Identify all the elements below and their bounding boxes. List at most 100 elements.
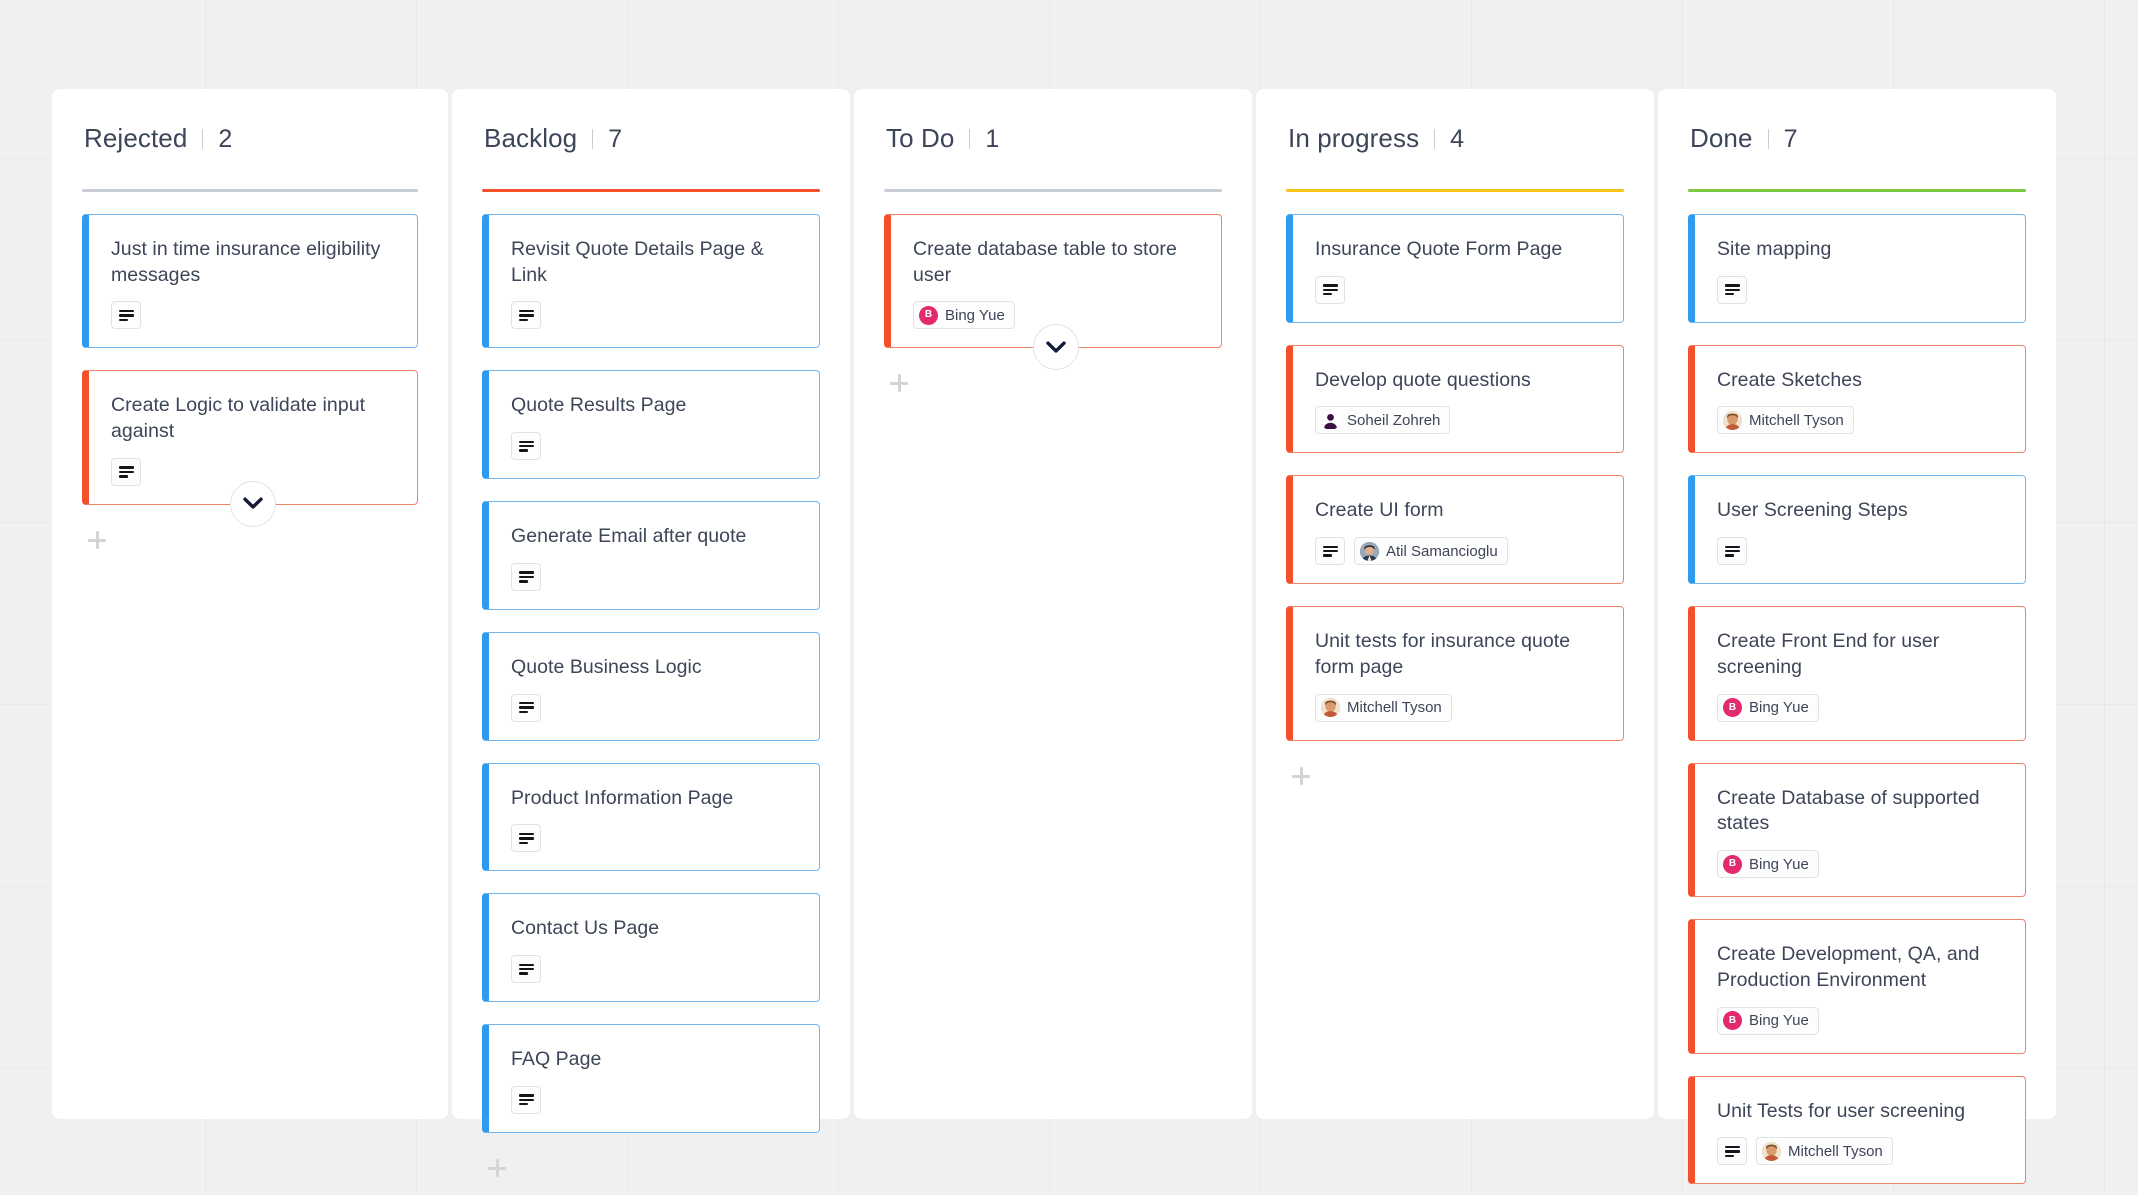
header-divider <box>592 129 594 149</box>
assignee-chip[interactable]: Atil Samancioglu <box>1354 537 1508 566</box>
task-card[interactable]: Contact Us Page <box>482 893 820 1003</box>
task-card-meta <box>511 693 801 722</box>
column-inprogress: In progress 4 Insurance Quote Form Page Dev… <box>1256 89 1654 1119</box>
task-card[interactable]: Just in time insurance eligibility messa… <box>82 214 418 349</box>
task-card[interactable]: Create UI form Atil Samancioglu <box>1286 475 1624 585</box>
task-card[interactable]: Generate Email after quote <box>482 501 820 610</box>
assignee-name: Soheil Zohreh <box>1347 411 1441 429</box>
column-accent-rule <box>82 189 418 192</box>
column-accent-rule <box>1688 189 2026 192</box>
task-card-title: Unit Tests for user screening <box>1717 1099 1966 1122</box>
task-card[interactable]: Create Development, QA, and Production E… <box>1688 919 2026 1054</box>
task-card[interactable]: Site mapping <box>1688 214 2026 323</box>
assignee-chip[interactable]: Mitchell Tyson <box>1315 693 1452 722</box>
description-icon[interactable] <box>511 824 541 853</box>
description-icon[interactable] <box>111 301 141 330</box>
task-card-meta: Atil Samancioglu <box>1315 537 1605 566</box>
column-accent-rule <box>1286 189 1624 192</box>
column-rejected: Rejected 2 Just in time insurance eligibil… <box>52 89 448 1119</box>
description-icon[interactable] <box>511 432 541 461</box>
task-card-title: Create UI form <box>1315 499 1444 522</box>
task-card[interactable]: Create Logic to validate input against <box>82 370 418 527</box>
column-header: Backlog 7 <box>482 123 820 167</box>
assignee-chip[interactable]: Mitchell Tyson <box>1717 406 1854 435</box>
task-card-meta <box>1717 537 2007 566</box>
assignee-name: Bing Yue <box>1749 855 1809 873</box>
assignee-chip[interactable]: B Bing Yue <box>1717 693 1819 722</box>
avatar-initial: B <box>1723 698 1742 718</box>
task-card[interactable]: Unit Tests for user screening Mitchell Ty… <box>1688 1075 2026 1185</box>
expand-card-chevron-down-icon[interactable] <box>230 480 276 527</box>
column-title: Backlog <box>484 123 578 153</box>
card-list: Insurance Quote Form Page Develop quote q… <box>1286 214 1624 741</box>
task-card[interactable]: Create database table to store user B Bing… <box>884 214 1222 371</box>
assignee-chip[interactable]: Mitchell Tyson <box>1756 1137 1893 1166</box>
card-list: Create database table to store user B Bing… <box>884 214 1222 371</box>
avatar-silhouette-icon <box>1321 410 1340 430</box>
task-card[interactable]: Insurance Quote Form Page <box>1286 214 1624 323</box>
task-card-title: Develop quote questions <box>1315 368 1531 391</box>
task-card-meta <box>1717 275 2007 304</box>
add-card-button[interactable] <box>1288 763 1314 789</box>
column-card-count: 2 <box>218 125 233 153</box>
task-card-meta <box>511 432 801 461</box>
column-accent-rule <box>884 189 1222 192</box>
assignee-chip[interactable]: Soheil Zohreh <box>1315 406 1451 435</box>
task-card[interactable]: User Screening Steps <box>1688 475 2026 585</box>
task-card[interactable]: Develop quote questions Soheil Zohreh <box>1286 344 1624 454</box>
task-card-meta: Mitchell Tyson <box>1717 406 2007 435</box>
card-list: Site mapping Create Sketches Mitchell Tyso… <box>1688 214 2026 1185</box>
assignee-name: Mitchell Tyson <box>1788 1142 1883 1160</box>
task-card-title: User Screening Steps <box>1717 499 1908 522</box>
task-card-title: Product Information Page <box>511 786 734 809</box>
expand-card-chevron-down-icon[interactable] <box>1033 324 1079 371</box>
assignee-name: Mitchell Tyson <box>1749 411 1844 429</box>
task-card[interactable]: Revisit Quote Details Page & Link <box>482 214 820 349</box>
task-card-title: Create Front End for user screening <box>1717 630 1940 678</box>
description-icon[interactable] <box>511 1085 541 1114</box>
description-icon[interactable] <box>511 955 541 984</box>
add-card-button[interactable] <box>484 1155 510 1181</box>
task-card[interactable]: Quote Results Page <box>482 370 820 480</box>
column-title: Rejected <box>84 123 188 153</box>
task-card[interactable]: Unit tests for insurance quote form page… <box>1286 606 1624 741</box>
task-card-meta <box>511 824 801 853</box>
column-card-count: 4 <box>1450 125 1465 153</box>
column-header: To Do 1 <box>884 123 1222 167</box>
task-card-meta: B Bing Yue <box>1717 850 2007 879</box>
assignee-chip[interactable]: B Bing Yue <box>1717 1006 1819 1035</box>
description-icon[interactable] <box>1717 275 1747 304</box>
assignee-chip[interactable]: B Bing Yue <box>1717 850 1819 879</box>
avatar-initial: B <box>1723 854 1742 874</box>
description-icon[interactable] <box>1315 275 1345 304</box>
task-card-meta <box>511 1085 801 1114</box>
kanban-board: Rejected 2 Just in time insurance eligibil… <box>52 89 2058 1185</box>
header-divider <box>1434 129 1436 149</box>
task-card-title: Quote Results Page <box>511 394 687 417</box>
task-card[interactable]: Create Database of supported states B Bing… <box>1688 762 2026 898</box>
add-card-button[interactable] <box>84 527 110 553</box>
description-icon[interactable] <box>1717 537 1747 566</box>
task-card-meta: Mitchell Tyson <box>1315 693 1605 722</box>
column-accent-rule <box>482 189 820 192</box>
description-icon[interactable] <box>511 301 541 330</box>
description-icon[interactable] <box>511 693 541 722</box>
task-card[interactable]: Create Front End for user screening B Bing… <box>1688 606 2026 741</box>
assignee-name: Bing Yue <box>1749 699 1809 717</box>
header-divider <box>202 129 204 149</box>
avatar-initial: B <box>1723 1011 1742 1031</box>
task-card-title: Quote Business Logic <box>511 655 702 678</box>
task-card[interactable]: Create Sketches Mitchell Tyson <box>1688 344 2026 454</box>
description-icon[interactable] <box>111 457 141 486</box>
task-card[interactable]: Product Information Page <box>482 762 820 872</box>
column-title: In progress <box>1288 123 1420 153</box>
task-card-meta: Mitchell Tyson <box>1717 1137 2007 1166</box>
description-icon[interactable] <box>1315 537 1345 566</box>
add-card-button[interactable] <box>886 370 912 396</box>
task-card[interactable]: FAQ Page <box>482 1024 820 1133</box>
task-card[interactable]: Quote Business Logic <box>482 631 820 741</box>
assignee-chip[interactable]: B Bing Yue <box>913 301 1015 330</box>
description-icon[interactable] <box>511 562 541 591</box>
description-icon[interactable] <box>1717 1137 1747 1166</box>
task-card-meta <box>511 301 801 330</box>
